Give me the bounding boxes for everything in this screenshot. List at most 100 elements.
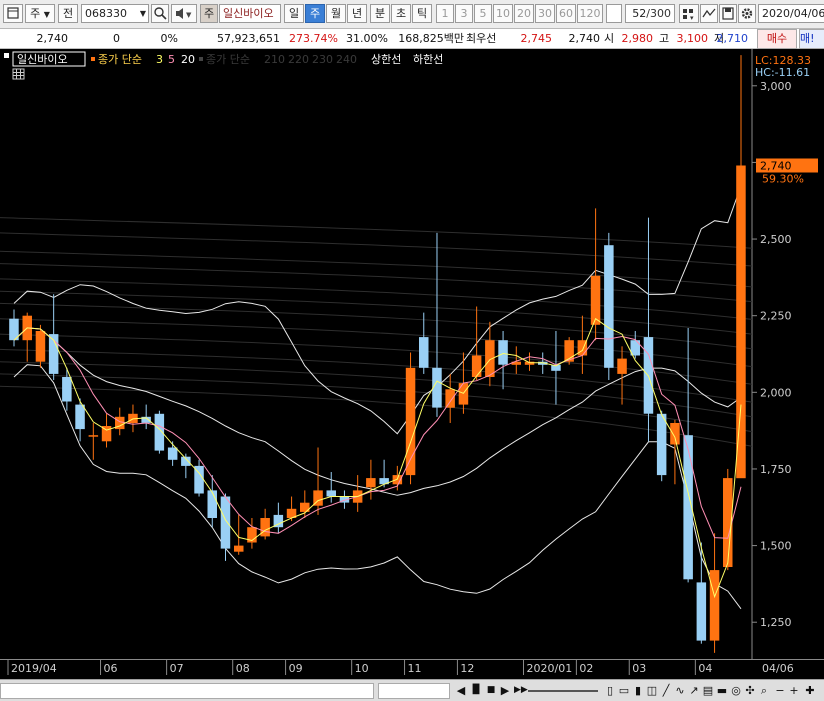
price-chart[interactable]: 3,0002,7502,5002,2502,0001,7501,5001,250… [0, 49, 824, 678]
date-input[interactable]: 2020/04/06 [758, 4, 824, 23]
type-select[interactable]: 주 ▼ [25, 4, 55, 23]
interval-1[interactable]: 1 [436, 4, 454, 23]
period-week[interactable]: 주 [305, 4, 325, 23]
buy-button[interactable]: 매수 [757, 29, 797, 49]
legend-ma240: 240 [336, 53, 357, 66]
arrow-tool-icon[interactable]: ↗ [688, 683, 700, 698]
zoom-out-icon[interactable]: ▯ [604, 683, 616, 698]
magnifier-icon[interactable]: ⌕ [758, 683, 770, 698]
candle-body [656, 413, 667, 476]
candle-body [696, 582, 707, 641]
y-tick-label: 1,500 [760, 540, 792, 553]
bottom-bar: ◀ ▐▌ ■ ▶ ▶▶ ▯ ▭ ▮ ◫ ╱ ∿ ↗ ▤ ▬ ◎ ✣ ⌕ − + … [0, 679, 824, 701]
grid-settings-icon[interactable]: ▾ [679, 4, 699, 23]
scroll-track[interactable] [378, 683, 450, 699]
minus-tool-icon[interactable]: ▬ [716, 683, 728, 698]
period-month[interactable]: 월 [326, 4, 346, 23]
legend-lower-limit: 하한선 [413, 52, 443, 66]
code-input[interactable]: 068330 ▼ [81, 4, 149, 23]
trend-icon[interactable]: ∿ [674, 683, 686, 698]
period-second[interactable]: 초 [391, 4, 411, 23]
drawing-icon[interactable]: ╱ [660, 683, 672, 698]
candle-body [260, 518, 270, 537]
interval-input[interactable] [606, 4, 622, 23]
candle-body [736, 165, 746, 479]
stop-icon[interactable]: ■ [484, 683, 498, 698]
save-icon[interactable] [719, 4, 737, 23]
svg-text:▾: ▾ [690, 14, 694, 22]
gear-icon[interactable] [738, 4, 756, 23]
legend-box-icon [4, 53, 9, 58]
chart-tool-icon[interactable] [700, 4, 718, 23]
change-percent: 0% [160, 32, 178, 45]
candle-body [445, 389, 455, 408]
chart-area[interactable]: 3,0002,7502,5002,2502,0001,7501,5001,250… [0, 49, 824, 678]
count-input[interactable]: 52/300 [625, 4, 675, 23]
x-tick-label: 10 [355, 662, 369, 675]
candle-body [471, 355, 482, 377]
candle-body [419, 337, 429, 368]
zoom-slider[interactable] [528, 690, 598, 692]
expand-icon[interactable]: ✚ [804, 683, 816, 698]
scroll-right-icon[interactable]: ▶ [498, 683, 512, 698]
period-day[interactable]: 일 [284, 4, 304, 23]
chart-scrollbar[interactable] [0, 683, 374, 699]
legend-ma220: 220 [288, 53, 309, 66]
pointer-icon[interactable]: ◎ [730, 683, 742, 698]
trade-amount: 168,825백만 [398, 32, 464, 45]
period-minute[interactable]: 분 [370, 4, 390, 23]
legend-ma230: 230 [312, 53, 333, 66]
minus-icon[interactable]: − [774, 683, 786, 698]
x-tick-label: 2020/01 [527, 662, 573, 675]
legend-name: 일신바이오 [17, 52, 68, 66]
x-current-date-label: 04/06 [762, 662, 794, 675]
legend-ma210: 210 [264, 53, 285, 66]
candle-body [709, 570, 720, 641]
interval-10[interactable]: 10 [493, 4, 513, 23]
interval-20[interactable]: 20 [514, 4, 534, 23]
candle-body [498, 340, 508, 365]
bar-tool-icon[interactable]: ▤ [702, 683, 714, 698]
interval-60[interactable]: 60 [556, 4, 576, 23]
volume-ratio: 273.74% [289, 32, 338, 45]
zoom-in-icon[interactable]: ▮ [632, 683, 644, 698]
y-tick-label: 2,250 [760, 310, 792, 323]
high-price: 3,100 [676, 32, 709, 45]
scroll-left-icon[interactable]: ◀ [454, 683, 468, 698]
turnover-ratio: 31.00% [346, 32, 388, 45]
sound-icon[interactable]: ▼ [171, 4, 197, 23]
legend-ma3: 3 [156, 53, 163, 66]
chart-type-icon[interactable]: ◫ [646, 683, 658, 698]
window-icon[interactable] [3, 4, 23, 23]
x-tick-label: 07 [170, 662, 184, 675]
svg-text:▼: ▼ [186, 11, 192, 19]
candle-body [88, 435, 99, 437]
crosshair-icon[interactable]: ✣ [744, 683, 756, 698]
y-tick-label: 2,500 [760, 233, 792, 246]
scroll-start-icon[interactable]: ▐▌ [469, 683, 483, 698]
interval-5[interactable]: 5 [474, 4, 492, 23]
sell-button[interactable]: 매! [799, 29, 824, 49]
candle-body [326, 490, 336, 497]
period-year[interactable]: 년 [347, 4, 367, 23]
candle-body [366, 478, 376, 488]
play-fast-icon[interactable]: ▶▶ [514, 683, 528, 698]
market-button[interactable]: 전 [58, 4, 78, 23]
candle-body [35, 331, 46, 362]
candle-body [220, 496, 231, 549]
candle-body [207, 490, 217, 518]
candle-body [590, 275, 601, 325]
search-icon[interactable] [151, 4, 169, 23]
interval-3[interactable]: 3 [455, 4, 473, 23]
interval-120[interactable]: 120 [577, 4, 603, 23]
plus-icon[interactable]: + [788, 683, 800, 698]
y-tick-label: 1,250 [760, 616, 792, 629]
open-price: 2,980 [621, 32, 654, 45]
interval-30[interactable]: 30 [535, 4, 555, 23]
zoom-fit-icon[interactable]: ▭ [618, 683, 630, 698]
x-tick-label: 06 [104, 662, 118, 675]
x-tick-label: 2019/04 [11, 662, 57, 675]
legend-bullet-icon [91, 57, 95, 61]
period-tick[interactable]: 틱 [412, 4, 432, 23]
candle-body [234, 545, 244, 552]
